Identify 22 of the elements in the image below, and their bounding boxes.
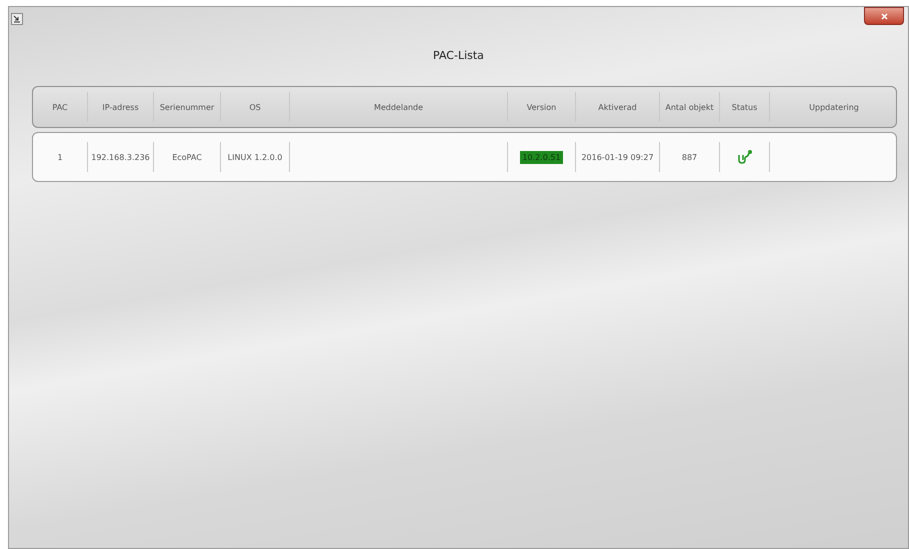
column-header: Uppdatering <box>809 102 859 112</box>
column-header: Version <box>526 102 556 112</box>
column-header: Status <box>732 102 758 112</box>
column-header: Aktiverad <box>598 102 637 112</box>
table-row[interactable]: 1 192.168.3.236 EcoPAC LINUX 1.2.0.0 10.2.0.51 2016-01-19 09:27 887 <box>32 132 897 182</box>
table-cell: 2016-01-19 09:27 <box>581 152 654 162</box>
table-cell: 887 <box>682 152 698 162</box>
window-title: PAC-Lista <box>432 49 485 62</box>
column-header: IP-adress <box>102 102 139 112</box>
close-button[interactable] <box>864 7 904 25</box>
column-header: Serienummer <box>160 102 214 112</box>
table-cell: EcoPAC <box>172 152 202 162</box>
window-menu-icon[interactable] <box>11 13 23 25</box>
column-header: PAC <box>52 102 68 112</box>
table-cell: 192.168.3.236 <box>91 152 150 162</box>
table-cell: 1 <box>57 152 63 162</box>
column-header: Meddelande <box>374 102 424 112</box>
column-header: OS <box>249 102 261 112</box>
version-badge: 10.2.0.51 <box>520 150 563 164</box>
close-icon <box>880 12 888 20</box>
table-cell: LINUX 1.2.0.0 <box>228 152 282 162</box>
column-header: Antal objekt <box>665 102 714 112</box>
